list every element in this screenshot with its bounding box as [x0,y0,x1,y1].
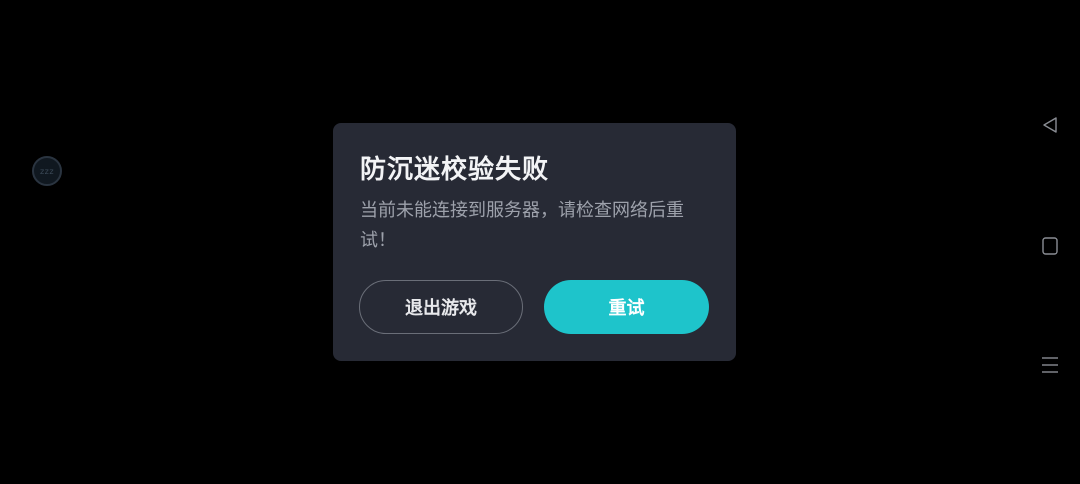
dialog-message: 当前未能连接到服务器，请检查网络后重试！ [360,200,684,251]
retry-button[interactable]: 重试 [544,280,709,334]
anti-addiction-error-dialog: 防沉迷校验失败 当前未能连接到服务器，请检查网络后重试！ 退出游戏 重试 [333,123,736,361]
game-screen: zzz 防沉迷校验失败 当前未能连接到服务器，请检查网络后重试！ 退出游戏 重试 [0,0,1080,484]
dialog-title: 防沉迷校验失败 [360,155,550,185]
back-icon[interactable] [1040,115,1060,135]
menu-icon[interactable] [1040,355,1060,375]
sleep-icon: zzz [39,166,55,176]
home-icon[interactable] [1040,236,1060,256]
floating-assistive-button[interactable]: zzz [32,156,62,186]
exit-game-button[interactable]: 退出游戏 [359,280,523,334]
